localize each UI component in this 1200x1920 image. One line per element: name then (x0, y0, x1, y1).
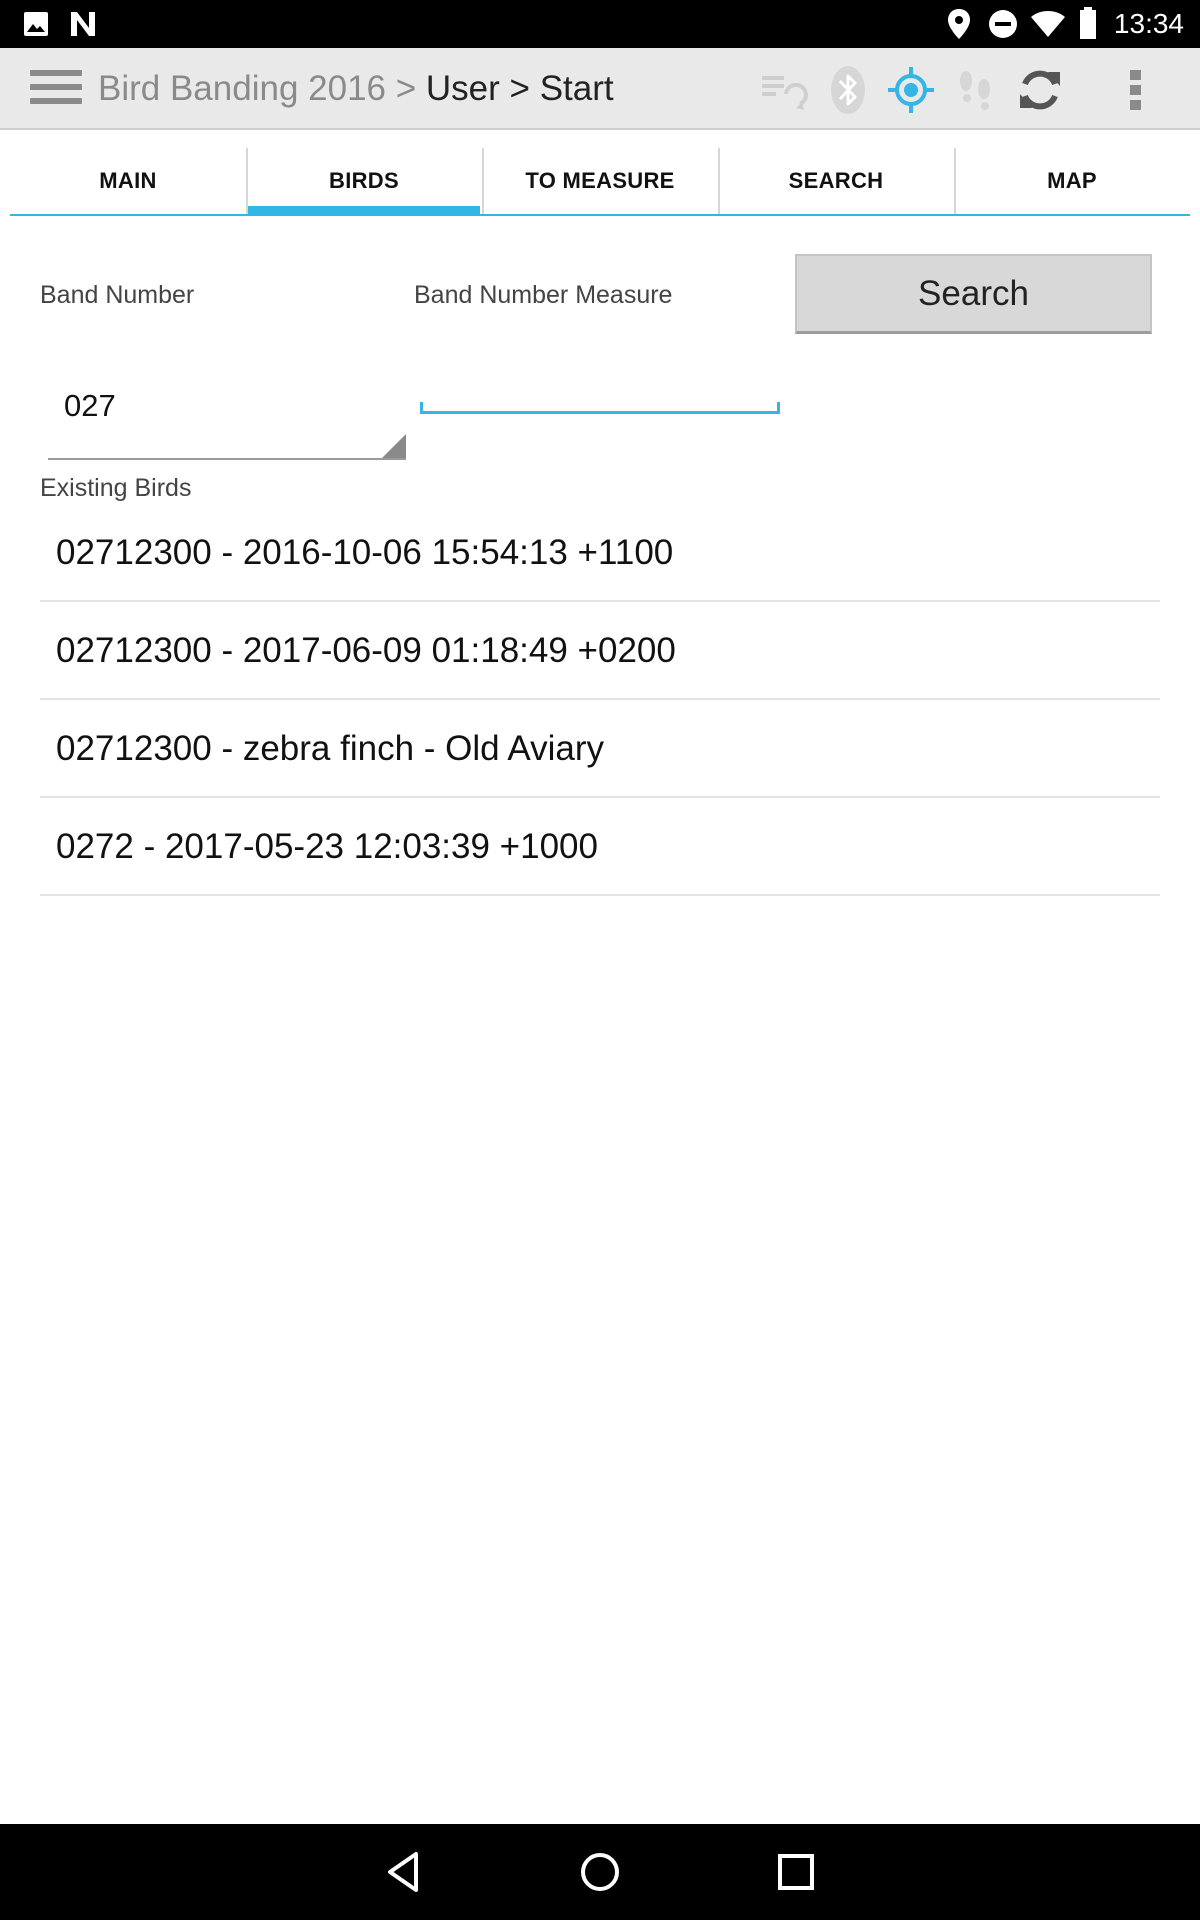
bluetooth-icon[interactable] (822, 64, 874, 116)
band-number-label: Band Number (40, 281, 195, 309)
tab-map[interactable]: MAP (954, 148, 1190, 214)
search-button[interactable]: Search (795, 254, 1152, 334)
input-underline-right-tick (777, 402, 780, 414)
tab-to-measure[interactable]: TO MEASURE (482, 148, 718, 214)
list-item[interactable]: 02712300 - zebra finch - Old Aviary (40, 700, 1160, 798)
home-icon[interactable] (576, 1848, 624, 1896)
tab-main[interactable]: MAIN (10, 148, 246, 214)
existing-birds-label: Existing Birds (40, 474, 192, 502)
breadcrumb: Bird Banding 2016 > User > Start (98, 68, 614, 110)
image-icon (24, 12, 48, 36)
n-icon (71, 12, 95, 36)
band-number-measure-label: Band Number Measure (414, 281, 673, 309)
breadcrumb-project[interactable]: Bird Banding 2016 > (98, 69, 416, 108)
refresh-icon[interactable] (1014, 64, 1066, 116)
band-number-value: 027 (64, 388, 116, 423)
status-bar: 13:34 (0, 0, 1200, 48)
location-pin-icon (948, 9, 970, 39)
screen: 13:34 Bird Banding 2016 > User > Start M… (0, 0, 1200, 1920)
overflow-menu-icon[interactable] (1110, 64, 1162, 116)
band-number-spinner[interactable]: 027 (48, 376, 406, 460)
input-underline-left-tick (420, 402, 423, 414)
tab-bar: MAIN BIRDS TO MEASURE SEARCH MAP (10, 148, 1190, 216)
menu-icon[interactable] (30, 70, 82, 110)
list-item[interactable]: 02712300 - 2017-06-09 01:18:49 +0200 (40, 602, 1160, 700)
sync-queue-icon[interactable] (756, 64, 808, 116)
gps-icon[interactable] (885, 64, 937, 116)
tab-birds[interactable]: BIRDS (246, 148, 482, 216)
wifi-icon (1031, 11, 1065, 37)
tab-search[interactable]: SEARCH (718, 148, 954, 214)
list-item[interactable]: 0272 - 2017-05-23 12:03:39 +1000 (40, 798, 1160, 896)
breadcrumb-current: User > Start (425, 69, 614, 108)
dropdown-corner-icon (382, 434, 406, 458)
status-time: 13:34 (1113, 8, 1184, 39)
recents-icon[interactable] (772, 1848, 820, 1896)
back-icon[interactable] (382, 1848, 430, 1896)
list-item[interactable]: 02712300 - 2016-10-06 15:54:13 +1100 (40, 504, 1160, 602)
band-number-measure-input[interactable] (420, 372, 780, 414)
existing-birds-list: 02712300 - 2016-10-06 15:54:13 +1100 027… (40, 504, 1160, 896)
footsteps-icon[interactable] (950, 64, 1002, 116)
battery-icon (1080, 7, 1096, 39)
action-bar: Bird Banding 2016 > User > Start (0, 48, 1200, 130)
navigation-bar (0, 1824, 1200, 1920)
do-not-disturb-icon (989, 10, 1017, 38)
